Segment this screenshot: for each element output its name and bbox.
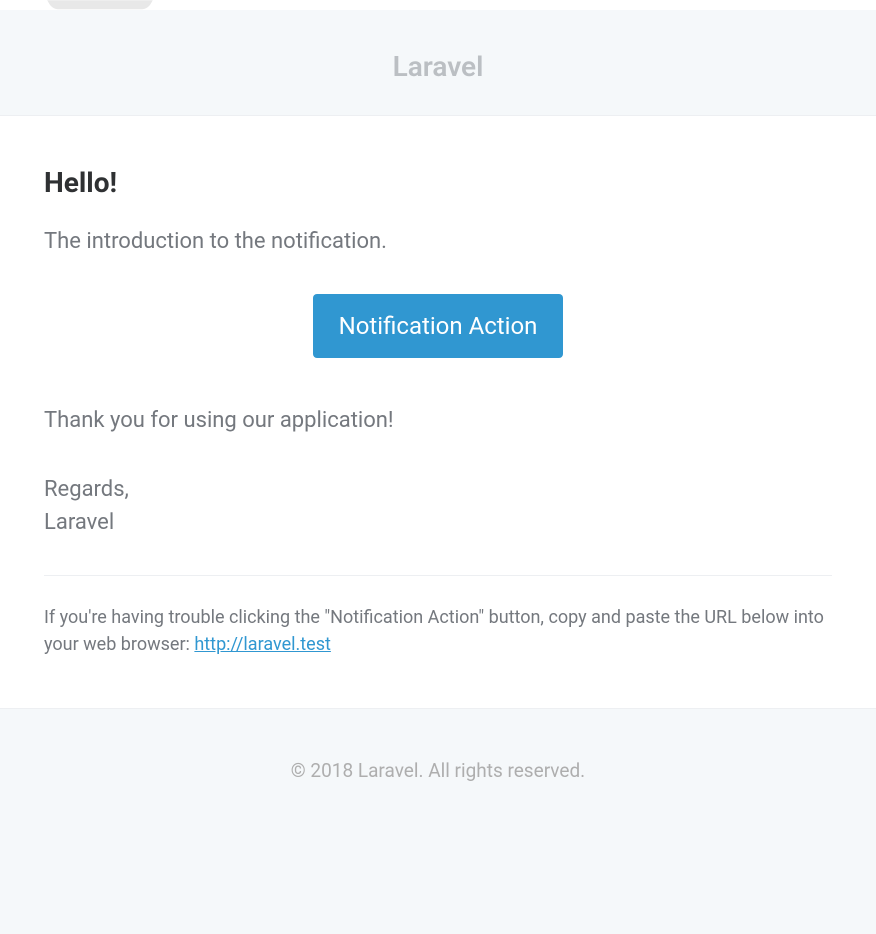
browser-tab-chrome (0, 0, 876, 10)
action-row: Notification Action (44, 294, 832, 358)
salutation-regards: Regards, (44, 477, 129, 502)
greeting: Hello! (44, 166, 832, 199)
email-body: Hello! The introduction to the notificat… (0, 116, 876, 709)
notification-action-button[interactable]: Notification Action (313, 294, 564, 358)
copyright-text: © 2018 Laravel. All rights reserved. (0, 759, 876, 782)
salutation-name: Laravel (44, 510, 114, 535)
app-name: Laravel (0, 50, 876, 83)
divider (44, 575, 832, 576)
browser-tab-icon (47, 0, 153, 9)
outro-line: Thank you for using our application! (44, 406, 832, 437)
subcopy: If you're having trouble clicking the "N… (44, 604, 832, 658)
intro-line: The introduction to the notification. (44, 227, 832, 258)
subcopy-url-link[interactable]: http://laravel.test (194, 634, 331, 655)
email-footer: © 2018 Laravel. All rights reserved. (0, 709, 876, 842)
subcopy-text: If you're having trouble clicking the "N… (44, 607, 824, 655)
salutation: Regards, Laravel (44, 473, 832, 539)
email-header: Laravel (0, 10, 876, 116)
